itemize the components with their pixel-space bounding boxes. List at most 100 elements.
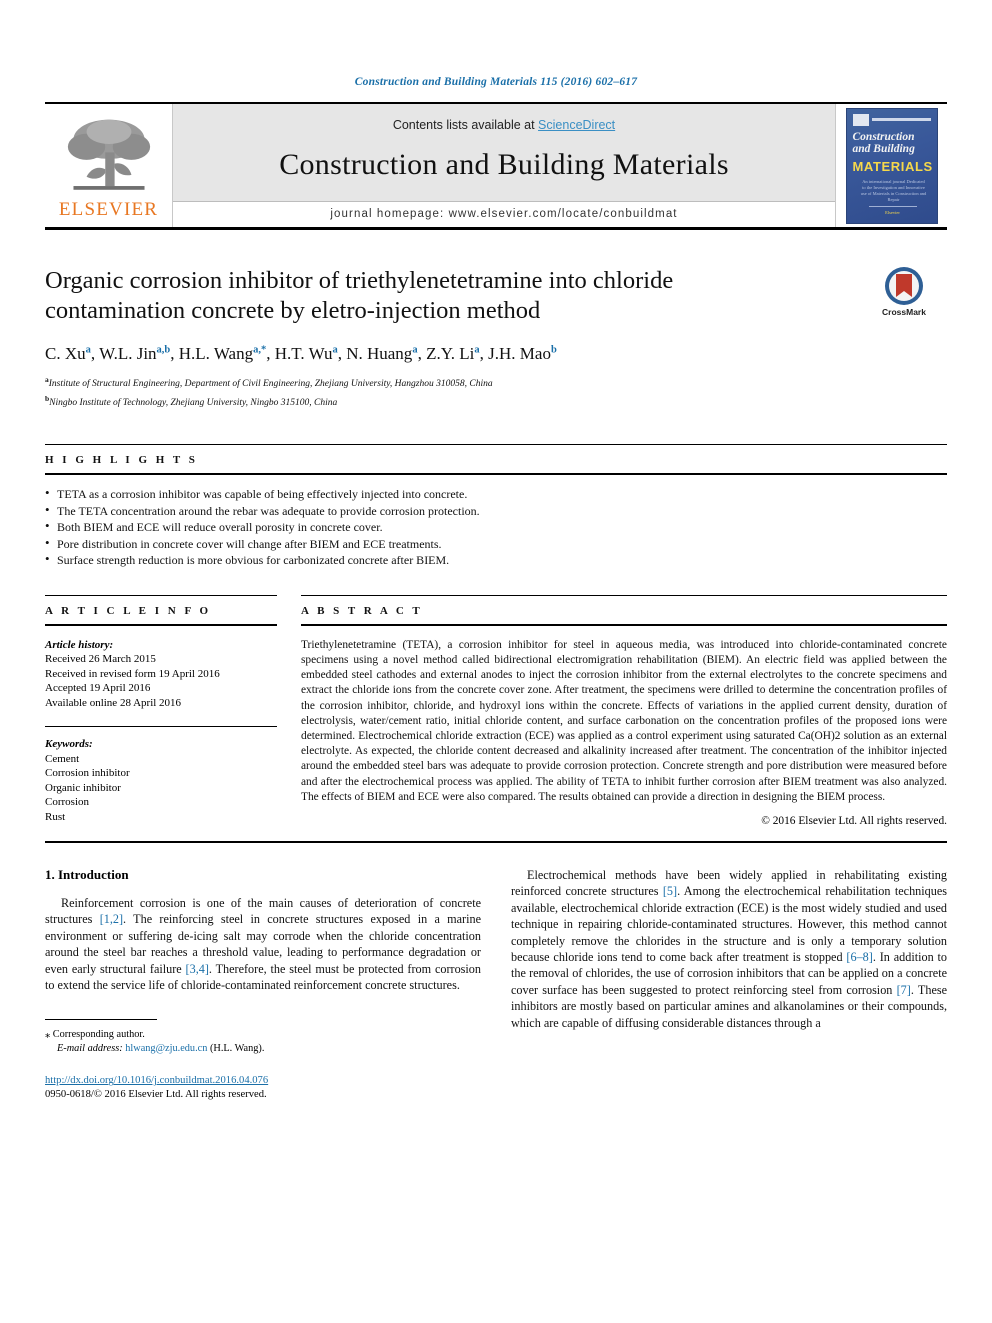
body-column-right: Electrochemical methods have been widely… <box>511 867 947 1102</box>
author-affil-mark: a <box>474 344 480 356</box>
author-item: W.L. Jina,b <box>99 344 170 363</box>
author-affil-mark: a <box>85 344 91 356</box>
history-item: Received in revised form 19 April 2016 <box>45 667 220 680</box>
journal-cover-thumbnail: Construction and Building MATERIALS An i… <box>835 104 947 227</box>
body-column-left: 1. Introduction Reinforcement corrosion … <box>45 867 481 1102</box>
info-abstract-row: A R T I C L E I N F O Article history: R… <box>45 594 947 828</box>
cover-subtitle: An international journal Dedicated to th… <box>860 178 927 202</box>
title-block: CrossMark Organic corrosion inhibitor of… <box>45 266 947 410</box>
journal-masthead: ELSEVIER Contents lists available at Sci… <box>45 102 947 230</box>
affiliation-a: aInstitute of Structural Engineering, De… <box>45 373 947 391</box>
elsevier-logo: ELSEVIER <box>45 104 173 227</box>
crossmark-badge[interactable]: CrossMark <box>861 266 947 317</box>
body-columns: 1. Introduction Reinforcement corrosion … <box>45 867 947 1102</box>
highlights-top-rule <box>45 444 947 446</box>
citation-ref[interactable]: [5] <box>663 884 677 898</box>
history-item: Available online 28 April 2016 <box>45 696 182 709</box>
crossmark-icon <box>885 267 923 305</box>
citation-ref[interactable]: [6–8] <box>846 950 872 964</box>
author-item: N. Huanga <box>346 344 417 363</box>
cover-footer: Elsevier <box>868 205 917 215</box>
contents-available-line: Contents lists available at ScienceDirec… <box>393 118 615 132</box>
list-item: Both BIEM and ECE will reduce overall po… <box>45 518 947 536</box>
article-info-section: A R T I C L E I N F O Article history: R… <box>45 594 277 827</box>
affiliation-text: Institute of Structural Engineering, Dep… <box>48 379 493 390</box>
author-affil-mark: a <box>412 344 418 356</box>
author-name: W.L. Jin <box>99 344 157 363</box>
keyword-item: Cement <box>45 752 80 765</box>
author-name: H.T. Wu <box>274 344 333 363</box>
article-info-top-rule <box>45 594 277 596</box>
paper-page: Construction and Building Materials 115 … <box>0 0 992 1323</box>
article-history-label: Article history: <box>45 638 114 651</box>
history-item: Accepted 19 April 2016 <box>45 682 151 695</box>
corresponding-text: Corresponding author. <box>52 1029 145 1041</box>
abstract-heading-rule <box>301 623 947 626</box>
crossmark-label: CrossMark <box>882 307 926 317</box>
author-item: C. Xua <box>45 344 91 363</box>
keywords-label: Keywords: <box>45 738 93 751</box>
doi-link[interactable]: http://dx.doi.org/10.1016/j.conbuildmat.… <box>45 1075 268 1086</box>
keyword-item: Organic inhibitor <box>45 781 121 794</box>
journal-center-panel: Contents lists available at ScienceDirec… <box>173 104 835 227</box>
footnotes: ⁎ Corresponding author. E-mail address: … <box>45 1019 481 1102</box>
keywords-block: Keywords: Cement Corrosion inhibitor Org… <box>45 737 277 824</box>
email-note: E-mail address: hlwang@zju.edu.cn (H.L. … <box>45 1042 481 1056</box>
keyword-item: Rust <box>45 810 66 823</box>
highlights-list: TETA as a corrosion inhibitor was capabl… <box>45 485 947 569</box>
footnote-rule <box>45 1019 157 1021</box>
author-name: Z.Y. Li <box>426 344 475 363</box>
article-info-heading-rule <box>45 623 277 626</box>
running-head: Construction and Building Materials 115 … <box>354 76 638 88</box>
citation-ref[interactable]: [3,4] <box>186 962 209 976</box>
affiliation-text: Ningbo Institute of Technology, Zhejiang… <box>49 398 338 409</box>
citation-ref[interactable]: [7] <box>897 983 911 997</box>
email-link[interactable]: hlwang@zju.edu.cn <box>125 1043 207 1054</box>
highlights-heading: H I G H L I G H T S <box>45 454 198 467</box>
abstract-copyright: © 2016 Elsevier Ltd. All rights reserved… <box>761 815 947 828</box>
author-name: N. Huang <box>346 344 413 363</box>
article-history: Article history: Received 26 March 2015 … <box>45 638 277 711</box>
citation-ref[interactable]: [1,2] <box>100 912 123 926</box>
sciencedirect-link[interactable]: ScienceDirect <box>538 118 615 132</box>
author-item: Z.Y. Lia <box>426 344 480 363</box>
cover-line-1: Construction <box>852 130 915 143</box>
author-affil-mark: a <box>332 344 338 356</box>
journal-cover-image: Construction and Building MATERIALS An i… <box>845 107 938 224</box>
elsevier-wordmark: ELSEVIER <box>58 198 159 220</box>
author-item: J.H. Maob <box>488 344 557 363</box>
author-list: C. Xua, W.L. Jina,b, H.L. Wanga,*, H.T. … <box>45 344 557 363</box>
list-item: TETA as a corrosion inhibitor was capabl… <box>45 485 947 503</box>
journal-title: Construction and Building Materials <box>279 148 729 181</box>
author-name: J.H. Mao <box>488 344 551 363</box>
cover-line-2: and Building <box>852 143 915 155</box>
highlights-heading-rule <box>45 473 947 476</box>
contents-prefix: Contents lists available at <box>392 118 539 132</box>
list-item: Surface strength reduction is more obvio… <box>45 551 947 569</box>
journal-homepage[interactable]: journal homepage: www.elsevier.com/locat… <box>173 201 835 227</box>
author-affil-mark: b <box>550 344 557 356</box>
author-name: H.L. Wang <box>178 344 254 363</box>
article-info-heading: A R T I C L E I N F O <box>45 604 212 617</box>
corresponding-author-note: ⁎ Corresponding author. <box>45 1028 481 1042</box>
page-title: Organic corrosion inhibitor of triethyle… <box>45 267 674 324</box>
affiliation-b: bNingbo Institute of Technology, Zhejian… <box>45 392 947 410</box>
list-item: The TETA concentration around the rebar … <box>45 502 947 520</box>
author-item: H.L. Wanga,* <box>179 344 266 363</box>
cover-title-lines: Construction and Building <box>853 131 933 156</box>
author-affil-mark: a,b <box>156 344 171 356</box>
author-item: H.T. Wua <box>275 344 338 363</box>
author-affil-mark: a,* <box>253 344 267 356</box>
article-info-divider <box>45 726 277 728</box>
cover-line-3: MATERIALS <box>852 158 933 174</box>
history-item: Received 26 March 2015 <box>45 653 156 666</box>
list-item: Pore distribution in concrete cover will… <box>45 535 947 553</box>
email-label: E-mail address: <box>57 1043 123 1055</box>
highlights-section: H I G H L I G H T S TETA as a corrosion … <box>45 444 947 569</box>
keyword-item: Corrosion inhibitor <box>45 767 130 780</box>
corresponding-mark: ⁎ <box>45 1029 51 1041</box>
abstract-top-rule <box>301 594 947 596</box>
intro-paragraph-right: Electrochemical methods have been widely… <box>511 867 947 1031</box>
abstract-bottom-rule <box>45 841 947 844</box>
abstract-heading: A B S T R A C T <box>301 604 423 617</box>
